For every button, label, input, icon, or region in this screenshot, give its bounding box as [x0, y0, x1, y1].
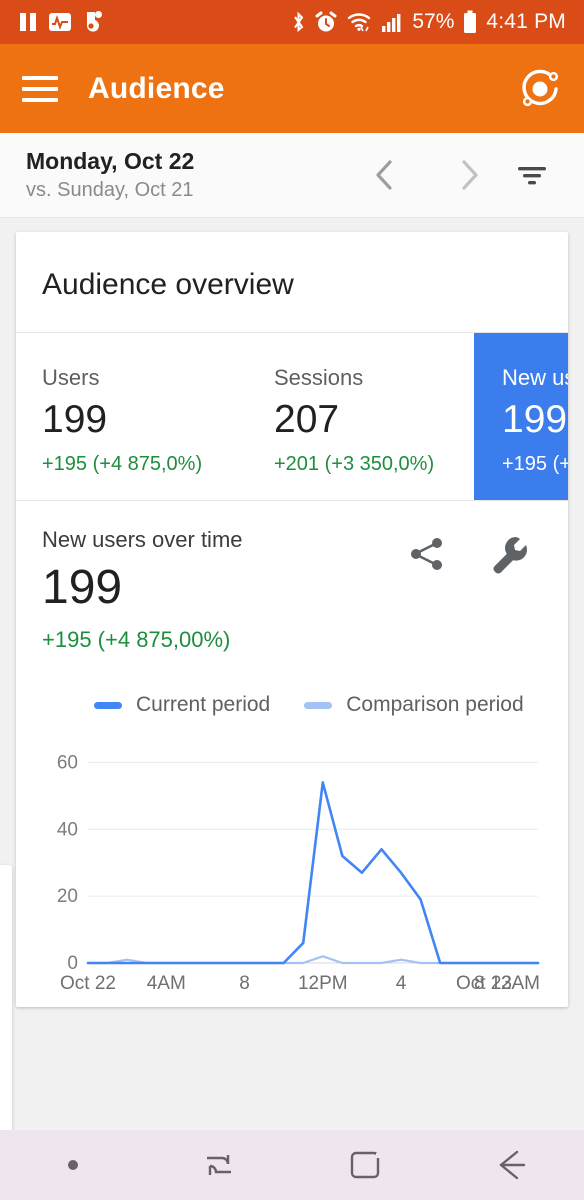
date-comparison-label: vs. Sunday, Oct 21 [26, 179, 194, 202]
app-badge-icon [82, 10, 103, 34]
activity-monitor-icon [48, 11, 72, 33]
app-bar: Audience [0, 44, 584, 133]
svg-text:0: 0 [67, 953, 78, 974]
wifi-icon [346, 11, 372, 33]
pause-icon [18, 11, 38, 33]
metric-card-new-users[interactable]: New users 199 +195 (+4 875,0%) [474, 333, 568, 500]
legend-item-comparison[interactable]: Comparison period [304, 693, 524, 717]
status-bar-left-icons [18, 10, 103, 34]
svg-text:Oct 22: Oct 22 [60, 973, 116, 994]
battery-icon [463, 10, 477, 34]
legend-item-current[interactable]: Current period [94, 693, 270, 717]
metric-delta: +195 (+4 875,0%) [502, 452, 568, 475]
date-range-bar: Monday, Oct 22 vs. Sunday, Oct 21 [0, 133, 584, 218]
chart-legend: Current period Comparison period [42, 693, 542, 717]
content-area: Audience overview Users 199 +195 (+4 875… [0, 218, 584, 1130]
status-bar: 57% 4:41 PM [0, 0, 584, 44]
chart-actions [408, 527, 542, 575]
chart-header: New users over time 199 +195 (+4 875,00%… [42, 527, 542, 653]
svg-text:4AM: 4AM [147, 973, 186, 994]
svg-text:4: 4 [396, 973, 407, 994]
filter-icon[interactable] [506, 152, 558, 198]
chart-svg: 0204060Oct 22 4AM 8 12PM 4 8Oct 2312AM [57, 753, 540, 995]
page-title: Audience [88, 71, 225, 105]
system-navigation-bar [0, 1130, 584, 1200]
cellular-signal-icon [381, 11, 403, 33]
svg-text:8: 8 [239, 973, 250, 994]
dot-indicator-icon[interactable] [0, 1157, 146, 1173]
home-icon[interactable] [292, 1145, 438, 1185]
date-range-labels[interactable]: Monday, Oct 22 vs. Sunday, Oct 21 [26, 147, 194, 203]
svg-text:20: 20 [57, 887, 78, 908]
metric-card-sessions[interactable]: Sessions 207 +201 (+3 350,0%) [248, 333, 474, 500]
metric-card-users[interactable]: Users 199 +195 (+4 875,0%) [16, 333, 248, 500]
legend-label: Comparison period [346, 693, 524, 717]
metric-delta: +195 (+4 875,0%) [42, 452, 203, 475]
back-arrow-icon[interactable] [438, 1146, 584, 1184]
chart-delta-label: +195 (+4 875,00%) [42, 627, 231, 653]
svg-text:12PM: 12PM [298, 973, 348, 994]
metrics-strip: Users 199 +195 (+4 875,0%) Sessions 207 … [16, 333, 568, 501]
svg-text:12AM: 12AM [490, 973, 540, 994]
metric-value: 199 [502, 398, 568, 441]
chart-total-value: 199 [42, 561, 123, 614]
metric-label: Users [42, 365, 100, 390]
chevron-left-icon[interactable] [362, 152, 408, 198]
legend-swatch-current [94, 701, 122, 709]
metric-value: 199 [42, 398, 108, 441]
bluetooth-icon [291, 11, 306, 34]
metric-delta: +201 (+3 350,0%) [274, 452, 435, 475]
alarm-icon [315, 11, 337, 34]
clock-label: 4:41 PM [486, 10, 566, 33]
chart-block: New users over time 199 +195 (+4 875,00%… [16, 501, 568, 1007]
metric-value: 207 [274, 398, 340, 441]
line-chart[interactable]: 0 20 40 60 Oct 22 4AM 8 12PM 4 8 Oct 23 12AM [42, 739, 542, 1007]
date-primary-label: Monday, Oct 22 [26, 147, 195, 174]
hamburger-menu-icon[interactable] [22, 75, 58, 102]
chart-header-text: New users over time 199 +195 (+4 875,00%… [42, 527, 408, 653]
legend-swatch-comparison [304, 701, 333, 709]
svg-text:40: 40 [57, 820, 78, 841]
chart-name-label: New users over time [42, 527, 243, 552]
previous-card-peek[interactable] [0, 865, 12, 1130]
recents-icon[interactable] [146, 1145, 292, 1185]
google-analytics-logo-icon[interactable] [518, 67, 562, 111]
phone-screen: 57% 4:41 PM Audience Monday, Oct 22 vs. … [0, 0, 584, 1200]
battery-percent-label: 57% [412, 10, 455, 33]
wrench-icon[interactable] [488, 533, 530, 575]
status-bar-right-icons: 57% 4:41 PM [291, 10, 566, 34]
metric-label: New users [502, 365, 568, 390]
audience-overview-card: Audience overview Users 199 +195 (+4 875… [16, 232, 568, 1008]
share-icon[interactable] [408, 535, 446, 573]
metric-label: Sessions [274, 365, 364, 390]
chevron-right-icon[interactable] [446, 152, 492, 198]
card-title: Audience overview [16, 232, 568, 333]
legend-label: Current period [136, 693, 271, 717]
svg-text:60: 60 [57, 753, 78, 774]
